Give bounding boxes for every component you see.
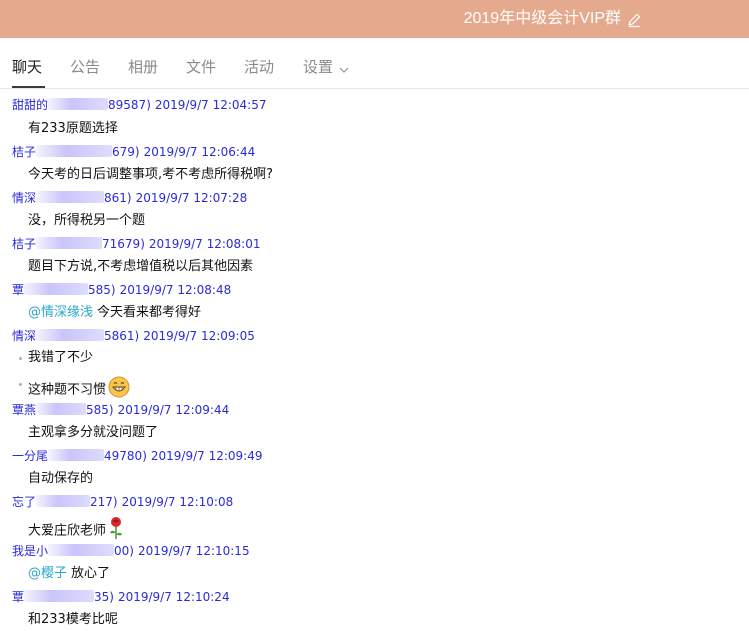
message-time: 2019/9/7 12:07:28 xyxy=(135,191,248,205)
bullet-dot xyxy=(19,357,22,360)
sender-name[interactable]: 一分尾 xyxy=(12,449,48,463)
message-text-content: 大爱庄欣老师 xyxy=(28,523,107,539)
message-text: 我错了不少 xyxy=(28,350,94,365)
sender-name[interactable]: 覃 xyxy=(12,283,24,297)
message-text: 这种题不习惯 xyxy=(28,376,130,404)
message-time: 2019/9/7 12:10:08 xyxy=(121,495,234,509)
message-header: 桔子 71679) 2019/9/7 12:08:01 xyxy=(12,236,260,252)
sender-qq-visible: 5861) xyxy=(104,329,140,343)
message-text: 大爱庄欣老师 xyxy=(28,516,124,546)
sender-name[interactable]: 忘了 xyxy=(12,495,36,509)
message-text-content: 这种题不习惯 xyxy=(28,382,107,398)
message-time: 2019/9/7 12:04:57 xyxy=(154,98,267,112)
sender-name[interactable]: 覃 xyxy=(12,590,24,604)
message-text-content: 今天看来都考得好 xyxy=(97,305,202,320)
message-time: 2019/9/7 12:10:15 xyxy=(137,544,250,558)
message-header: 我是小 00) 2019/9/7 12:10:15 xyxy=(12,543,250,559)
message-time: 2019/9/7 12:08:01 xyxy=(148,237,261,251)
grin-emoji-icon xyxy=(108,376,130,404)
message-text: 没，所得税另一个题 xyxy=(28,213,146,228)
sender-name[interactable]: 覃燕 xyxy=(12,403,36,417)
blurred-id-mask xyxy=(36,191,105,203)
message-header: 甜甜的 89587) 2019/9/7 12:04:57 xyxy=(12,97,266,113)
sender-qq-visible: 35) xyxy=(94,590,114,604)
sender-qq-visible: 217) xyxy=(90,495,118,509)
blurred-id-mask xyxy=(48,98,109,110)
message-header: 一分尾 49780) 2019/9/7 12:09:49 xyxy=(12,448,262,464)
message-text: @情深缘浅 今天看来都考得好 xyxy=(28,304,201,322)
sender-name[interactable]: 我是小 xyxy=(12,544,48,558)
message-time: 2019/9/7 12:09:05 xyxy=(143,329,255,343)
message-header: 忘了 217) 2019/9/7 12:10:08 xyxy=(12,494,233,510)
message-header: 覃 35) 2019/9/7 12:10:24 xyxy=(12,589,230,605)
message-header: 情深 861) 2019/9/7 12:07:28 xyxy=(12,190,247,206)
tab-settings[interactable]: 设置 xyxy=(303,55,349,80)
edit-pencil-icon[interactable] xyxy=(626,12,642,28)
message-header: 覃燕 585) 2019/9/7 12:09:44 xyxy=(12,402,229,418)
message-text: 和233模考比呢 xyxy=(28,612,118,627)
sender-qq-visible: 679) xyxy=(112,145,140,159)
message-text: 自动保存的 xyxy=(28,471,94,486)
blurred-id-mask xyxy=(36,237,103,249)
blurred-id-mask xyxy=(48,449,105,461)
blurred-id-mask xyxy=(36,145,113,157)
group-title-bar: 2019年中级会计VIP群 xyxy=(0,0,749,38)
tab-activities[interactable]: 活动 xyxy=(244,55,274,79)
blurred-id-mask xyxy=(24,590,95,602)
tab-chat[interactable]: 聊天 xyxy=(12,55,42,79)
group-tabs: 聊天 公告 相册 文件 活动 设置 xyxy=(0,38,749,90)
message-header: 情深 5861) 2019/9/7 12:09:05 xyxy=(12,328,255,344)
tab-album[interactable]: 相册 xyxy=(128,55,158,79)
blurred-id-mask xyxy=(36,403,87,415)
bullet-dot xyxy=(19,383,22,386)
tab-files[interactable]: 文件 xyxy=(186,55,216,79)
chevron-down-icon xyxy=(339,56,349,80)
tabs-divider xyxy=(0,88,749,89)
mention-link[interactable]: @情深缘浅 xyxy=(28,305,93,320)
sender-qq-visible: 89587) xyxy=(108,98,151,112)
sender-name[interactable]: 桔子 xyxy=(12,145,36,159)
mention-link[interactable]: @樱子 xyxy=(28,566,67,581)
message-text: 今天考的日后调整事项,考不考虑所得税啊? xyxy=(28,167,274,182)
blurred-id-mask xyxy=(36,495,91,507)
message-text-content: 放心了 xyxy=(71,566,111,581)
blurred-id-mask xyxy=(36,329,105,341)
sender-qq-visible: 585) xyxy=(86,403,114,417)
message-text: @樱子 放心了 xyxy=(28,565,110,583)
message-text: 题目下方说,不考虑增值税以后其他因素 xyxy=(28,259,254,274)
sender-qq-visible: 71679) xyxy=(102,237,145,251)
sender-qq-visible: 00) xyxy=(114,544,134,558)
sender-name[interactable]: 桔子 xyxy=(12,237,36,251)
message-time: 2019/9/7 12:09:44 xyxy=(117,403,230,417)
group-title: 2019年中级会计VIP群 xyxy=(463,10,621,27)
message-time: 2019/9/7 12:06:44 xyxy=(143,145,256,159)
sender-name[interactable]: 情深 xyxy=(12,329,36,343)
sender-qq-visible: 861) xyxy=(104,191,132,205)
message-text: 主观拿多分就没问题了 xyxy=(28,425,159,440)
rose-emoji-icon xyxy=(108,516,124,546)
blurred-id-mask xyxy=(24,283,89,295)
sender-name[interactable]: 甜甜的 xyxy=(12,98,48,112)
tab-announcements[interactable]: 公告 xyxy=(70,55,100,79)
chat-history[interactable]: 甜甜的 89587) 2019/9/7 12:04:57 有233原题选择 桔子 67… xyxy=(0,92,749,631)
blurred-id-mask xyxy=(48,544,115,556)
message-time: 2019/9/7 12:10:24 xyxy=(117,590,230,604)
sender-qq-visible: 585) xyxy=(88,283,116,297)
message-time: 2019/9/7 12:08:48 xyxy=(119,283,232,297)
sender-name[interactable]: 情深 xyxy=(12,191,36,205)
message-header: 桔子 679) 2019/9/7 12:06:44 xyxy=(12,144,255,160)
message-text: 有233原题选择 xyxy=(28,121,118,136)
message-time: 2019/9/7 12:09:49 xyxy=(150,449,263,463)
tab-settings-label: 设置 xyxy=(303,58,334,76)
sender-qq-visible: 49780) xyxy=(104,449,147,463)
message-header: 覃 585) 2019/9/7 12:08:48 xyxy=(12,282,231,298)
